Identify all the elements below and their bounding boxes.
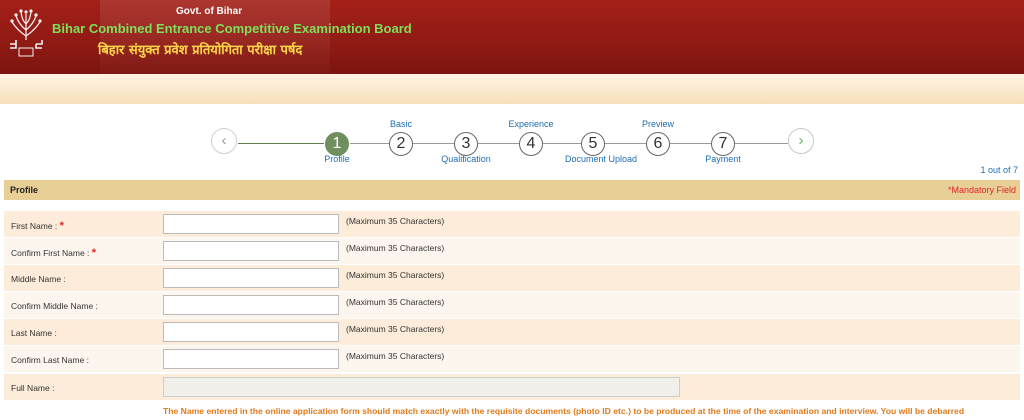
- form-row-middle-name: Middle Name : (Maximum 35 Characters): [4, 265, 1020, 291]
- confirm-last-name-field[interactable]: [163, 349, 339, 369]
- header-band: [0, 74, 1024, 104]
- step-label-payment: Payment: [705, 154, 741, 164]
- board-title: Bihar Combined Entrance Competitive Exam…: [52, 21, 412, 36]
- form-row-first-name: First Name : * (Maximum 35 Characters): [4, 211, 1020, 237]
- field-hint: (Maximum 35 Characters): [346, 324, 445, 334]
- board-title-hindi: बिहार संयुक्त प्रवेश प्रतियोगिता परीक्षा…: [98, 43, 303, 58]
- step-2-basic[interactable]: 2: [389, 132, 413, 156]
- required-star-icon: *: [59, 220, 64, 232]
- form-row-confirm-last-name: Confirm Last Name : (Maximum 35 Characte…: [4, 346, 1020, 372]
- required-star-icon: *: [91, 247, 97, 259]
- step-label-basic: Basic: [389, 119, 413, 129]
- section-header: Profile *Mandatory Field: [4, 180, 1020, 200]
- field-hint: (Maximum 35 Characters): [346, 243, 445, 253]
- full-name-field[interactable]: [163, 377, 680, 397]
- step-label-experience: Experience: [508, 119, 554, 129]
- site-header: Govt. of Bihar Bihar Combined Entrance C…: [0, 0, 1024, 74]
- mandatory-note: *Mandatory Field: [947, 185, 1016, 195]
- field-hint: (Maximum 35 Characters): [346, 297, 445, 307]
- middle-name-field[interactable]: [163, 268, 339, 288]
- first-name-field[interactable]: [163, 214, 339, 234]
- previous-step-button[interactable]: ‹: [211, 128, 237, 154]
- name-warning-text: The Name entered in the online applicati…: [163, 406, 965, 416]
- field-label: Confirm Middle Name :: [11, 301, 98, 311]
- field-label: Last Name :: [11, 328, 57, 338]
- emblem-logo-icon: [10, 9, 43, 57]
- form-row-confirm-middle-name: Confirm Middle Name : (Maximum 35 Charac…: [4, 292, 1020, 318]
- field-label: Confirm First Name : *: [11, 247, 97, 259]
- step-5-document-upload[interactable]: 5: [581, 132, 605, 156]
- step-6-preview[interactable]: 6: [646, 132, 670, 156]
- field-label: Confirm Last Name :: [11, 355, 89, 365]
- step-3-qualification[interactable]: 3: [454, 132, 478, 156]
- field-label: First Name : *: [11, 220, 64, 232]
- step-4-experience[interactable]: 4: [519, 132, 543, 156]
- govt-title: Govt. of Bihar: [176, 6, 243, 17]
- field-hint: (Maximum 35 Characters): [346, 351, 445, 361]
- field-hint: (Maximum 35 Characters): [346, 270, 445, 280]
- field-label: Full Name :: [11, 383, 55, 393]
- last-name-field[interactable]: [163, 322, 339, 342]
- step-label-profile: Profile: [324, 154, 350, 164]
- form-row-last-name: Last Name : (Maximum 35 Characters): [4, 319, 1020, 345]
- form-row-full-name: Full Name :: [4, 374, 1020, 400]
- field-label: Middle Name :: [11, 274, 66, 284]
- step-label-preview: Preview: [641, 119, 675, 129]
- step-label-document-upload: Document Upload: [564, 154, 638, 164]
- confirm-middle-name-field[interactable]: [163, 295, 339, 315]
- step-label-qualification: Qualification: [441, 154, 491, 164]
- progress-stepper: ‹ 1 Profile 2 Basic 3 Qualification 4 Ex…: [0, 108, 1024, 168]
- form-row-confirm-first-name: Confirm First Name : * (Maximum 35 Chara…: [4, 238, 1020, 264]
- stepper-line-active: [238, 143, 324, 144]
- next-step-button[interactable]: ›: [788, 128, 814, 154]
- step-counter: 1 out of 7: [980, 165, 1018, 175]
- field-hint: (Maximum 35 Characters): [346, 216, 445, 226]
- step-1-profile[interactable]: 1: [325, 132, 349, 156]
- step-7-payment[interactable]: 7: [711, 132, 735, 156]
- section-title: Profile: [10, 185, 39, 195]
- confirm-first-name-field[interactable]: [163, 241, 339, 261]
